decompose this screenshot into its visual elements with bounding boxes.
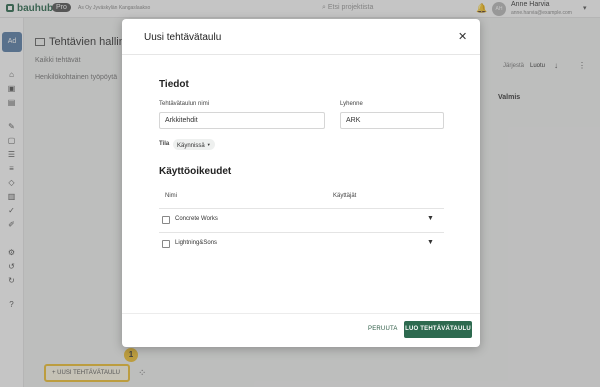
table-row-name: Lightning&Sons: [175, 240, 218, 246]
row-checkbox[interactable]: [162, 216, 170, 224]
dialog-title: Uusi tehtävätaulu: [144, 32, 222, 43]
new-board-dialog: Uusi tehtävätaulu ✕ Tiedot Tehtävätaulun…: [122, 19, 480, 347]
board-name-input[interactable]: Arkkitehdit: [159, 112, 325, 129]
table-row-name: Concrete Works: [175, 216, 218, 222]
status-label: Tila: [159, 141, 170, 147]
board-name-label: Tehtävätaulun nimi: [159, 101, 210, 107]
cancel-button[interactable]: PERUUTA: [368, 326, 398, 332]
chevron-down-icon: ▼: [206, 142, 211, 147]
row-checkbox[interactable]: [162, 240, 170, 248]
section-rights-heading: Käyttöoikeudet: [159, 166, 232, 177]
users-dropdown-caret[interactable]: ▼: [427, 239, 434, 246]
close-icon[interactable]: ✕: [458, 30, 467, 43]
section-info-heading: Tiedot: [159, 79, 189, 90]
column-header-users: Käyttäjät: [333, 193, 357, 199]
column-header-name: Nimi: [165, 193, 177, 199]
abbreviation-label: Lyhenne: [340, 101, 363, 107]
table-divider: [159, 208, 444, 209]
status-value: Käynnissä: [177, 143, 205, 149]
users-dropdown-caret[interactable]: ▼: [427, 215, 434, 222]
dialog-divider: [122, 54, 480, 55]
create-board-button[interactable]: LUO TEHTÄVÄTAULU: [404, 321, 472, 338]
table-divider: [159, 232, 444, 233]
dialog-footer-divider: [122, 313, 480, 314]
status-select[interactable]: Käynnissä ▼: [173, 139, 215, 150]
abbreviation-input[interactable]: ARK: [340, 112, 444, 129]
